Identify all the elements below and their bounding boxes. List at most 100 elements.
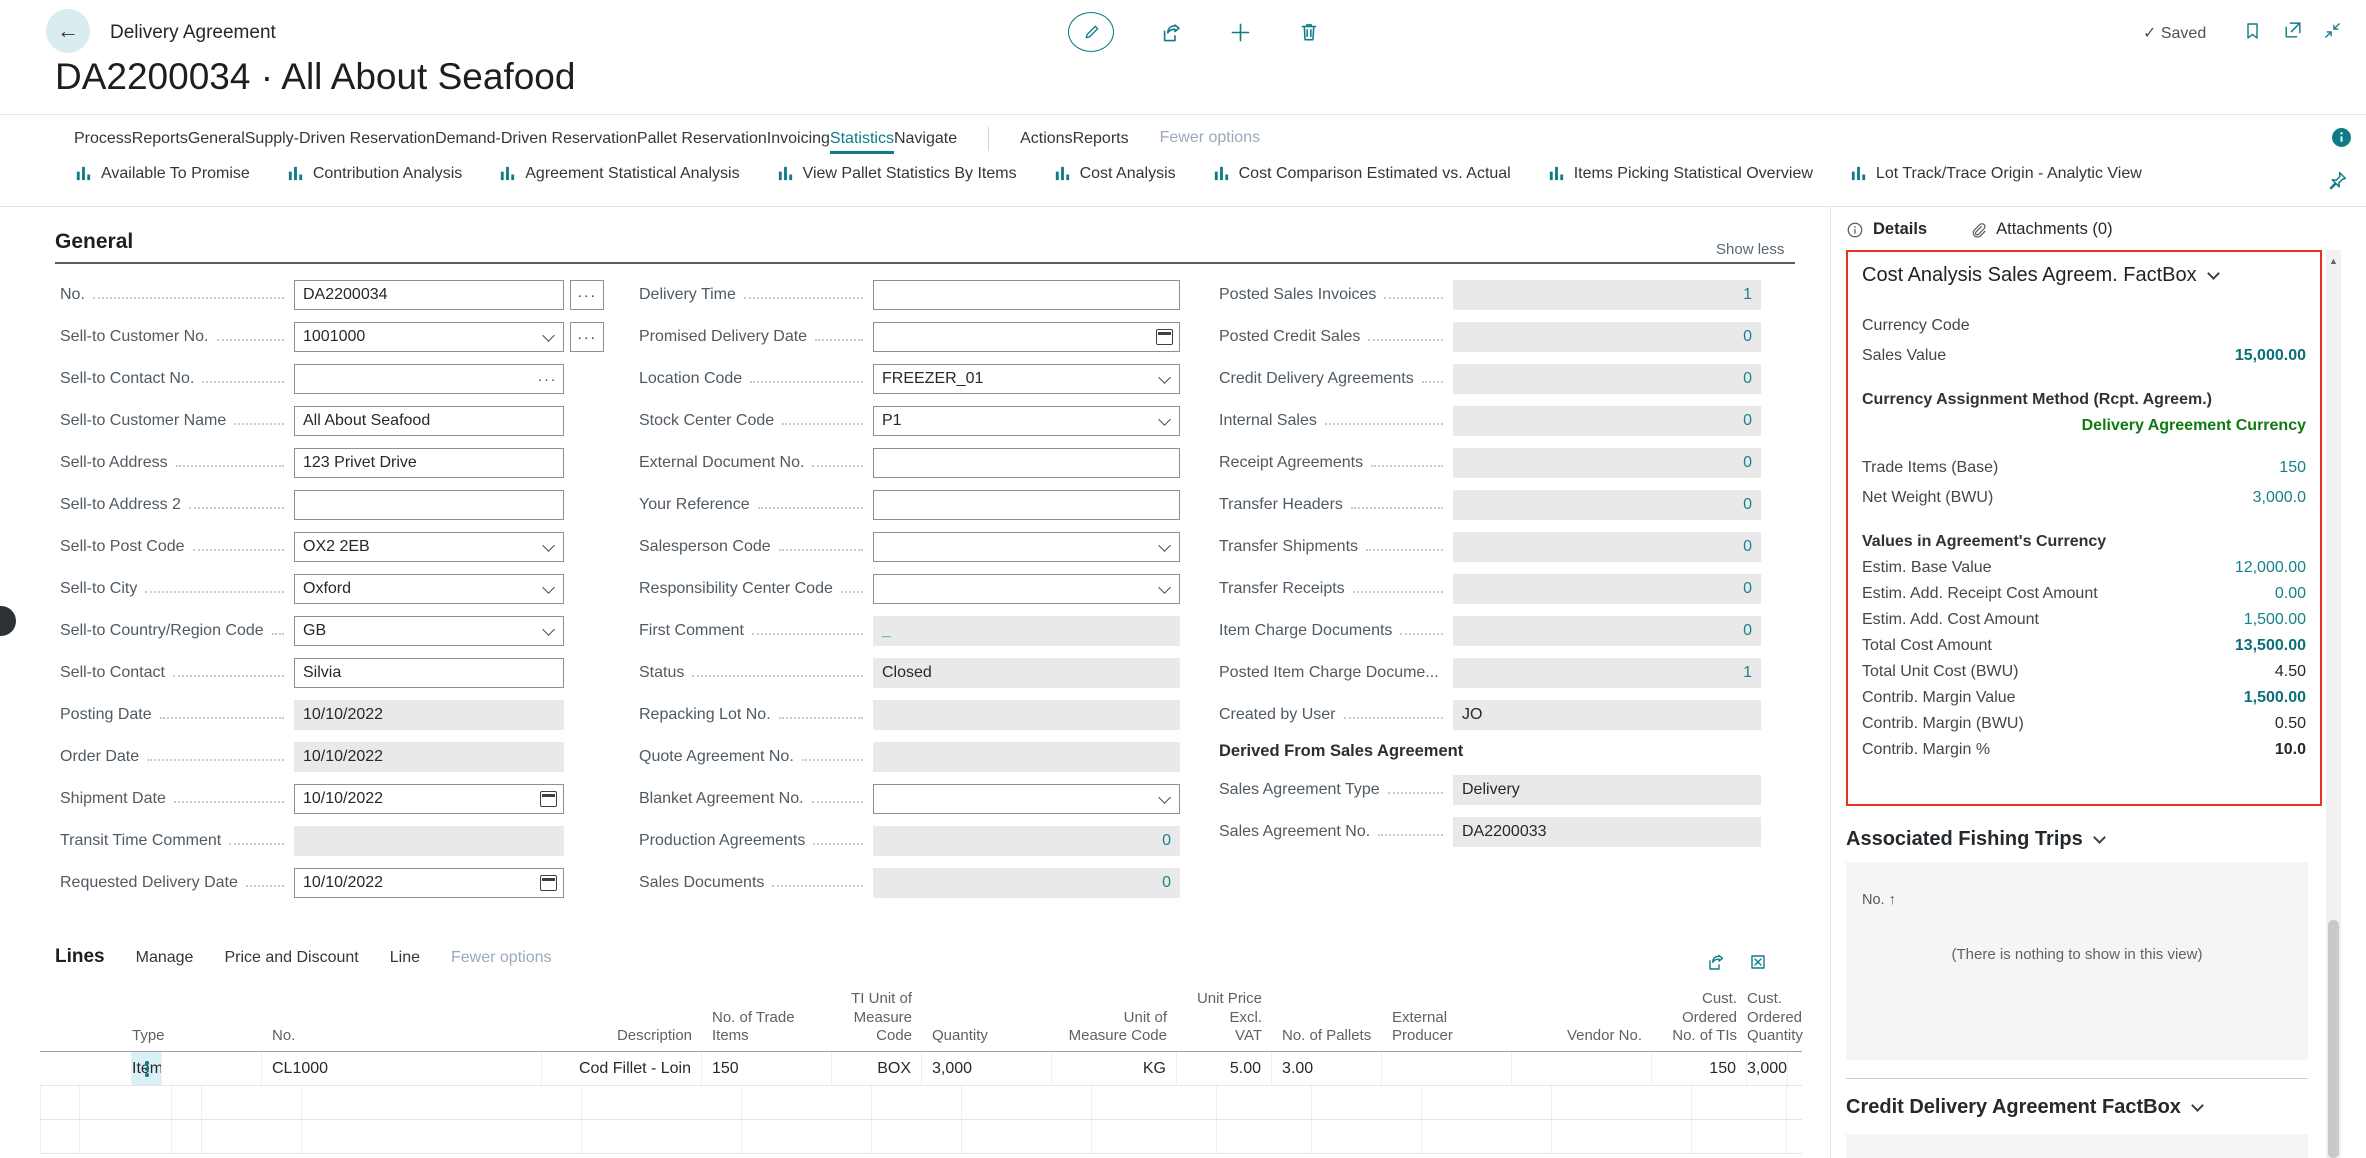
open-in-new-window-icon[interactable] [2282,20,2303,41]
ribbon-action[interactable]: Lot Track/Trace Origin - Analytic View [1849,164,2142,183]
fewer-options-button[interactable]: Fewer options [1160,125,1261,154]
tab-attachments[interactable]: Attachments (0) [1969,220,2112,239]
field-input[interactable]: 10/10/2022 [294,868,564,898]
currency-assignment-method-value[interactable]: Delivery Agreement Currency [1862,413,2306,439]
column-header[interactable]: TI Unit of Measure Code [832,990,922,1046]
cost-factbox-title[interactable]: Cost Analysis Sales Agreem. FactBox [1862,264,2306,287]
field-input[interactable]: 10/10/2022 [294,784,564,814]
menu-item[interactable]: Reports [132,126,188,154]
field-input[interactable]: P1 [873,406,1180,436]
field-input[interactable]: 1 [1453,658,1761,688]
menu-item[interactable]: Process [74,126,132,154]
factbox-field-value[interactable]: 4.50 [2275,663,2306,681]
new-icon[interactable] [1229,21,1252,44]
ribbon-action[interactable]: Available To Promise [74,164,250,183]
table-cell[interactable]: 5.00 [1177,1052,1272,1085]
table-cell[interactable] [40,1052,132,1085]
ribbon-action[interactable]: Contribution Analysis [286,164,462,183]
field-input[interactable] [873,700,1180,730]
table-cell[interactable] [1512,1052,1652,1085]
field-input[interactable]: 1001000 [294,322,564,352]
field-input[interactable]: 123 Privet Drive [294,448,564,478]
field-input[interactable]: 0 [873,868,1180,898]
table-row-empty[interactable] [40,1120,1802,1154]
factbox-field-value[interactable]: 1,500.00 [2244,611,2306,629]
factbox-splitter[interactable] [1830,207,1831,1158]
field-input[interactable]: All About Seafood [294,406,564,436]
field-input[interactable]: OX2 2EB [294,532,564,562]
field-trailing-icon[interactable] [540,791,557,807]
field-input[interactable]: Oxford [294,574,564,604]
column-header[interactable]: Cust. Ordered Quantity [1747,990,1803,1046]
table-cell[interactable]: Item [132,1052,162,1085]
factbox-field-value[interactable]: 150 [2279,459,2306,477]
field-trailing-icon[interactable] [542,539,555,552]
table-cell[interactable] [1382,1052,1512,1085]
assist-edit-button[interactable]: ··· [570,280,604,310]
table-cell[interactable] [162,1052,262,1085]
field-input[interactable] [873,784,1180,814]
field-trailing-icon[interactable] [1156,329,1173,345]
tab-details[interactable]: Details [1846,220,1927,239]
field-input[interactable] [873,322,1180,352]
field-input[interactable] [294,490,564,520]
field-input[interactable] [873,280,1180,310]
table-cell[interactable]: KG [1052,1052,1177,1085]
associated-fishing-trips-heading[interactable]: Associated Fishing Trips [1846,828,2104,851]
table-cell[interactable]: 3,000 [1747,1052,1788,1085]
field-input[interactable] [873,532,1180,562]
field-input[interactable]: Closed [873,658,1180,688]
factbox-field-value[interactable]: 12,000.00 [2235,559,2306,577]
table-row-empty[interactable] [40,1086,1802,1120]
column-header[interactable]: Cust. Ordered No. of TIs [1652,990,1747,1046]
field-input[interactable]: DA2200034 [294,280,564,310]
field-input[interactable]: 0 [1453,364,1761,394]
assist-edit-button[interactable]: ··· [570,322,604,352]
field-trailing-icon[interactable] [1158,791,1171,804]
column-header[interactable]: External Producer [1382,1009,1512,1047]
field-input[interactable]: 1 [1453,280,1761,310]
ribbon-action[interactable]: Agreement Statistical Analysis [498,164,739,183]
field-input[interactable] [873,574,1180,604]
column-header[interactable]: Unit of Measure Code [1052,1009,1177,1047]
table-cell[interactable]: 150 [702,1052,832,1085]
field-input[interactable]: GB [294,616,564,646]
menu-item[interactable]: Invoicing [767,126,830,154]
field-trailing-icon[interactable] [1158,581,1171,594]
table-cell[interactable]: Cod Fillet - Loin [542,1052,702,1085]
field-input[interactable]: FREEZER_01 [873,364,1180,394]
pin-icon[interactable] [2327,170,2348,191]
credit-delivery-agreement-factbox-heading[interactable]: Credit Delivery Agreement FactBox [1846,1096,2202,1119]
column-header[interactable]: Unit Price Excl. VAT [1177,990,1272,1046]
field-input[interactable]: DA2200033 [1453,817,1761,847]
column-header[interactable]: Type [132,1027,162,1046]
field-trailing-icon[interactable] [542,581,555,594]
menu-item[interactable]: Statistics [830,126,894,154]
open-in-excel-icon[interactable] [1748,952,1768,972]
lines-toolbar-item[interactable]: Manage [136,949,194,967]
factbox-field-value[interactable]: 0.50 [2275,715,2306,733]
field-input[interactable]: 0 [1453,532,1761,562]
field-input[interactable]: 10/10/2022 [294,700,564,730]
field-trailing-icon[interactable] [1158,413,1171,426]
column-header[interactable]: No. of Trade Items [702,1009,832,1047]
field-input[interactable] [873,448,1180,478]
menu-item[interactable]: General [188,126,245,154]
field-trailing-icon[interactable] [540,875,557,891]
factbox-field-value[interactable]: 10.0 [2275,741,2306,759]
lines-toolbar-item[interactable]: Price and Discount [224,949,358,967]
field-input[interactable] [873,490,1180,520]
ribbon-action[interactable]: Cost Comparison Estimated vs. Actual [1212,164,1511,183]
factbox-field-value[interactable]: 3,000.0 [2253,489,2306,507]
lines-toolbar-item[interactable]: Lines [55,946,105,968]
delete-icon[interactable] [1298,21,1320,43]
field-input[interactable]: 10/10/2022 [294,742,564,772]
field-input[interactable]: 0 [1453,406,1761,436]
field-trailing-icon[interactable] [1158,539,1171,552]
column-header[interactable]: Vendor No. [1512,1027,1652,1046]
field-input[interactable]: 0 [1453,574,1761,604]
column-header[interactable]: No. of Pallets [1272,1027,1382,1046]
edit-icon[interactable] [1068,12,1114,52]
field-input[interactable]: 0 [1453,448,1761,478]
field-input[interactable]: 0 [1453,490,1761,520]
